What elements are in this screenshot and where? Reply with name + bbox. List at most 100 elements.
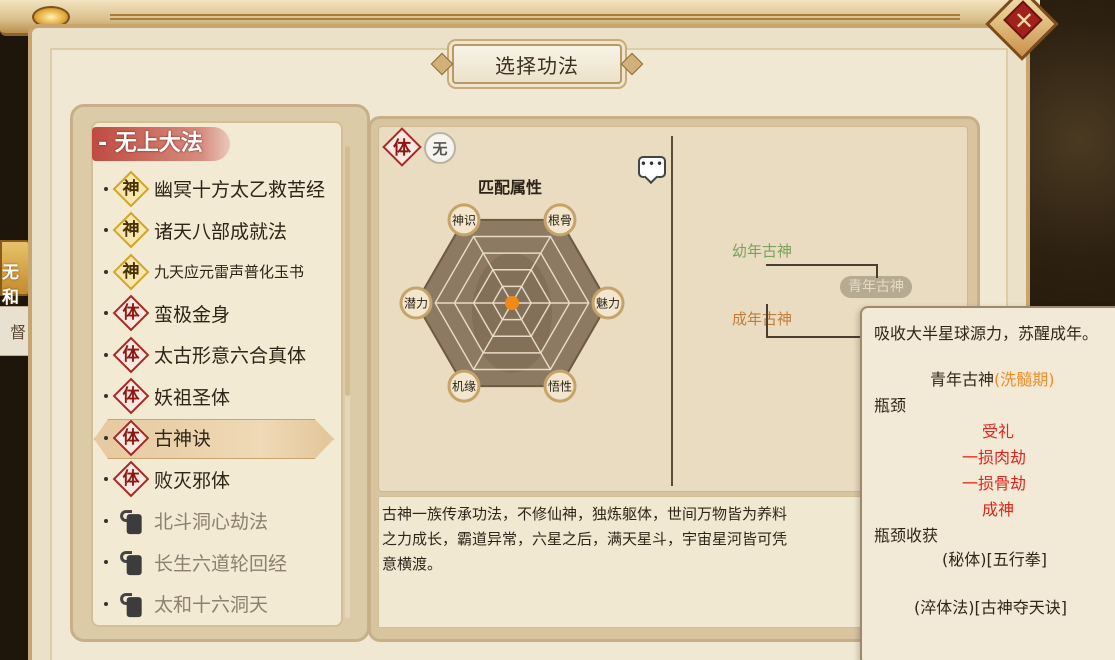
- stage-middle[interactable]: 青年古神: [840, 276, 912, 298]
- technique-name: 幽冥十方太乙救苦经: [154, 179, 326, 202]
- body-type-badge: 体: [112, 460, 150, 498]
- bullet-dot: [104, 435, 108, 440]
- technique-item[interactable]: 体太古形意六合真体: [104, 334, 344, 376]
- radar-attribute-label: 机缘: [452, 380, 476, 394]
- radar-attribute-label: 魅力: [596, 296, 620, 311]
- bullet-dot: [104, 269, 108, 274]
- radar-attribute-node[interactable]: 根骨: [543, 203, 577, 237]
- technique-name: 败灭邪体: [154, 469, 231, 492]
- radar-attribute-label: 根骨: [548, 213, 572, 227]
- stage-tooltip: 吸收大半星球源力，苏醒成年。 青年古神(洗髓期) 瓶颈 受礼 一损肉劫 一损骨劫…: [860, 306, 1115, 660]
- radar-attribute-node[interactable]: 机缘: [447, 369, 481, 403]
- technique-item[interactable]: 神诸天八部成就法: [104, 210, 344, 252]
- stage-connector: [766, 336, 866, 338]
- spirit-type-badge: 神: [112, 211, 150, 249]
- radar-attribute-label: 神识: [452, 213, 476, 227]
- close-button[interactable]: ✕: [984, 0, 1062, 62]
- type-badge-label: 体: [122, 427, 140, 448]
- body-type-badge-label: 体: [393, 138, 411, 159]
- bullet-dot: [104, 601, 108, 606]
- tooltip-trial: 一损肉劫: [962, 448, 1027, 467]
- lock-icon: [118, 549, 144, 576]
- type-badge-label: 体: [122, 344, 140, 365]
- spirit-type-badge: 神: [112, 170, 150, 208]
- bullet-dot: [104, 311, 108, 316]
- scrollbar-thumb[interactable]: [345, 146, 350, 396]
- body-type-badge: 体: [112, 377, 150, 415]
- element-badge-label: 无: [432, 139, 448, 158]
- ornament-line: [110, 14, 960, 20]
- tooltip-stage: 青年古神(洗髓期): [930, 366, 1055, 390]
- type-badge-label: 体: [122, 468, 140, 489]
- background-panel-label: 督: [10, 323, 27, 342]
- window-title-plate: 选择功法: [452, 44, 622, 84]
- bullet-dot: [104, 352, 108, 357]
- bullet-dot: [104, 477, 108, 482]
- technique-name: 太古形意六合真体: [154, 345, 307, 368]
- window-title: 选择功法: [495, 53, 579, 78]
- technique-item[interactable]: 体妖祖圣体: [104, 376, 344, 418]
- tooltip-bottleneck-label: 瓶颈: [874, 396, 907, 415]
- stage-young[interactable]: 幼年古神: [732, 240, 792, 261]
- body-type-badge: 体: [112, 336, 150, 374]
- category-header[interactable]: - 无上大法: [92, 127, 230, 161]
- speech-bubble-icon[interactable]: •••: [638, 156, 666, 178]
- type-badge-label: 体: [122, 385, 140, 406]
- tooltip-trial: 成神: [982, 500, 1015, 519]
- technique-name: 妖祖圣体: [154, 386, 231, 409]
- radar-attribute-node[interactable]: 神识: [447, 203, 481, 237]
- radar-attribute-label: 潜力: [404, 297, 428, 311]
- technique-item[interactable]: 神幽冥十方太乙救苦经: [104, 168, 344, 210]
- technique-item[interactable]: 太和十六洞天: [104, 583, 344, 625]
- bullet-dot: [104, 186, 108, 191]
- tooltip-stage-name: 青年古神: [930, 370, 995, 389]
- tooltip-trial: 受礼: [982, 422, 1015, 441]
- technique-name: 诸天八部成就法: [154, 220, 288, 243]
- list-scrollbar[interactable]: [345, 146, 350, 618]
- tooltip-stage-period: (洗髓期): [994, 370, 1055, 389]
- radar-center-point: [505, 296, 519, 310]
- technique-item[interactable]: 长生六道轮回经: [104, 542, 344, 584]
- stage-adult[interactable]: 成年古神: [732, 308, 792, 329]
- background-ui-tab[interactable]: 无和: [0, 240, 30, 308]
- type-badge-label: 神: [122, 178, 140, 199]
- technique-item[interactable]: 体蛮极金身: [104, 293, 344, 335]
- technique-item[interactable]: 神九天应元雷声普化玉书: [104, 251, 344, 293]
- tooltip-reward: (秘体)[五行拳]: [942, 550, 1047, 569]
- radar-attribute-node[interactable]: 潜力: [399, 286, 433, 320]
- bullet-dot: [104, 394, 108, 399]
- background-tab-label: 无和: [2, 263, 19, 308]
- stage-connector: [766, 264, 878, 266]
- technique-list: 神幽冥十方太乙救苦经神诸天八部成就法神九天应元雷声普化玉书体蛮极金身体太古形意六…: [104, 168, 344, 625]
- technique-name: 北斗洞心劫法: [154, 511, 269, 534]
- attribute-radar-chart: 神识 根骨魅力悟性 机缘 潜力: [399, 203, 625, 403]
- technique-item[interactable]: 体败灭邪体: [104, 459, 344, 501]
- technique-item[interactable]: 北斗洞心劫法: [104, 500, 344, 542]
- tooltip-reward-label: 瓶颈收获: [874, 526, 939, 545]
- radar-figure-silhouette: [472, 253, 552, 373]
- bullet-dot: [104, 518, 108, 523]
- detail-divider: [671, 136, 673, 486]
- spirit-type-badge: 神: [112, 253, 150, 291]
- lock-icon: [118, 508, 144, 534]
- tooltip-trial: 一损骨劫: [962, 474, 1027, 493]
- type-badge-label: 体: [122, 302, 140, 323]
- technique-name: 太和十六洞天: [154, 594, 269, 617]
- stage-connector: [766, 304, 768, 338]
- type-badge-label: 神: [122, 219, 140, 240]
- technique-name: 九天应元雷声普化玉书: [154, 263, 305, 282]
- lock-icon: [118, 591, 144, 617]
- radar-attribute-label: 悟性: [548, 379, 572, 394]
- radar-attribute-node[interactable]: 魅力: [591, 286, 625, 320]
- tooltip-reward: (淬体法)[古神夺天诀]: [914, 598, 1067, 617]
- technique-item[interactable]: 体古神诀: [104, 417, 344, 459]
- close-icon: ✕: [1013, 7, 1035, 35]
- body-type-badge: 体: [112, 419, 150, 457]
- technique-name: 长生六道轮回经: [154, 552, 288, 575]
- radar-attribute-node[interactable]: 悟性: [543, 369, 577, 403]
- type-badge-label: 神: [122, 261, 140, 282]
- technique-name: 古神诀: [154, 428, 212, 451]
- bullet-dot: [104, 228, 108, 233]
- element-badge: 无: [424, 132, 456, 164]
- body-type-badge: 体: [112, 294, 150, 332]
